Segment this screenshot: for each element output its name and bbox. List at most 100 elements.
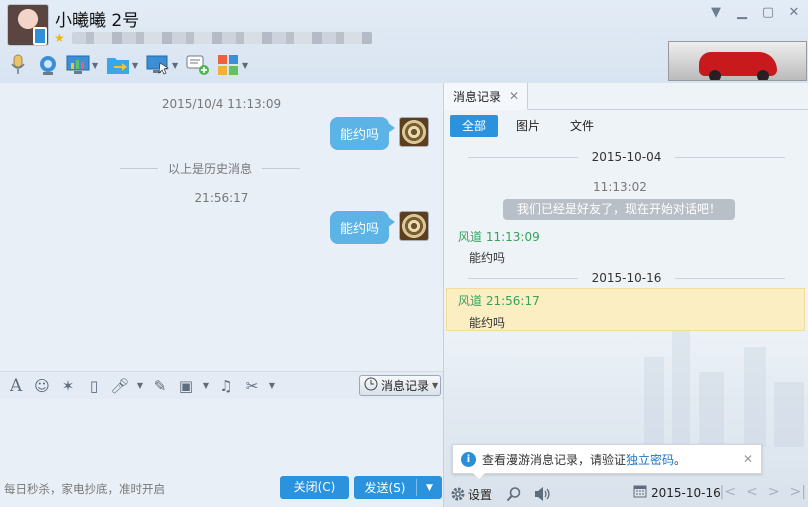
- message-row: 能约吗: [329, 211, 429, 244]
- folder-send-icon: [106, 54, 130, 76]
- chevron-down-icon[interactable]: ▼: [132, 61, 140, 70]
- close-icon[interactable]: ✕: [509, 89, 519, 103]
- minimize-icon[interactable]: ▁: [734, 5, 750, 21]
- verify-password-link[interactable]: 独立密码: [626, 451, 674, 468]
- date-picker[interactable]: 2015-10-16: [633, 484, 721, 501]
- chevron-down-icon[interactable]: ▼: [242, 61, 250, 70]
- avatar[interactable]: [399, 117, 429, 147]
- message-history-label: 消息记录: [381, 379, 430, 393]
- current-date: 2015-10-16: [651, 485, 721, 500]
- send-file-button[interactable]: ▼: [106, 52, 140, 78]
- car-wheel: [757, 70, 769, 80]
- sender-line: 风道 21:56:17: [458, 294, 540, 308]
- microphone-icon: [6, 54, 30, 76]
- page-navigation: |< < > >|: [720, 484, 806, 500]
- create-discussion-button[interactable]: [186, 52, 210, 78]
- message-bubble[interactable]: 能约吗: [329, 211, 396, 244]
- apps-button[interactable]: ▼: [216, 52, 250, 78]
- notice-text: 查看漫游消息记录，请验证: [482, 452, 627, 467]
- chevron-down-icon[interactable]: ▼: [708, 5, 724, 21]
- message-timestamp: 2015/10/4 11:13:09: [161, 97, 282, 111]
- avatar[interactable]: [399, 211, 429, 241]
- history-footer: 设置 2015-10-16 |< < > >|: [444, 481, 808, 507]
- system-message: 我们已经是好友了，现在开始对话吧！: [503, 199, 735, 220]
- monitor-chart-icon: [66, 54, 90, 76]
- font-icon[interactable]: A: [6, 376, 26, 396]
- window-controls: ▼ ▁ ▢ ✕: [708, 5, 802, 21]
- advertisement-banner[interactable]: [668, 41, 807, 81]
- gear-icon[interactable]: [448, 484, 468, 504]
- message-input[interactable]: 每日秒杀，家电抄底，准时开启 关闭(C) 发送(S) ▼: [0, 399, 443, 507]
- microphone-icon[interactable]: 🎤︎: [110, 376, 130, 396]
- magic-wand-icon[interactable]: ✶: [58, 376, 78, 396]
- background-skyline: [444, 317, 808, 447]
- close-button[interactable]: 关闭(C): [280, 476, 349, 499]
- chevron-down-icon[interactable]: ▼: [202, 376, 210, 396]
- clock-icon: [364, 377, 378, 394]
- chat-add-icon: [186, 54, 210, 76]
- emoji-icon[interactable]: ☺: [32, 376, 52, 396]
- message-row: 能约吗: [329, 117, 429, 150]
- search-icon[interactable]: [504, 484, 524, 504]
- info-icon: i: [461, 451, 476, 467]
- close-icon[interactable]: ✕: [786, 5, 802, 21]
- camera-icon: [36, 54, 60, 76]
- system-timestamp: 11:13:02: [593, 180, 647, 194]
- prev-page-icon[interactable]: <: [746, 484, 758, 500]
- shake-window-icon[interactable]: ▯: [84, 376, 104, 396]
- calendar-icon: [633, 484, 647, 501]
- send-button[interactable]: 发送(S) ▼: [354, 476, 442, 499]
- history-message[interactable]: 能约吗: [469, 249, 505, 266]
- chat-header: 小曦曦 2号 ★ ▼ ▁ ▢ ✕ ▼ ▼ ▼ ▼: [0, 0, 808, 83]
- send-options-chevron-icon[interactable]: ▼: [417, 483, 442, 493]
- scissors-icon[interactable]: ✂: [242, 376, 262, 396]
- settings-label[interactable]: 设置: [468, 486, 492, 503]
- contact-avatar[interactable]: [7, 4, 49, 46]
- history-message[interactable]: 能约吗: [469, 314, 505, 331]
- history-divider: 以上是历史消息: [110, 160, 310, 177]
- maximize-icon[interactable]: ▢: [760, 5, 776, 21]
- contact-signature: [72, 32, 372, 44]
- date-separator: 2015-10-04: [454, 150, 799, 164]
- tab-message-history[interactable]: 消息记录 ✕: [444, 83, 528, 110]
- close-icon[interactable]: ✕: [743, 452, 753, 466]
- video-call-button[interactable]: [36, 52, 60, 78]
- edit-note-icon[interactable]: ✎: [150, 376, 170, 396]
- next-page-icon[interactable]: >: [768, 484, 780, 500]
- message-area[interactable]: 2015/10/4 11:13:09 能约吗 以上是历史消息 21:56:17 …: [0, 83, 443, 371]
- chat-toolbar: ▼ ▼ ▼ ▼: [6, 52, 250, 78]
- chevron-down-icon[interactable]: ▼: [172, 61, 180, 70]
- filter-all[interactable]: 全部: [450, 115, 499, 137]
- contact-name[interactable]: 小曦曦 2号: [55, 6, 139, 31]
- screen-share-button[interactable]: ▼: [66, 52, 100, 78]
- sender-line: 风道 11:13:09: [458, 230, 540, 244]
- chevron-down-icon[interactable]: ▼: [268, 376, 276, 396]
- history-divider-label: 以上是历史消息: [168, 162, 253, 176]
- remote-assist-button[interactable]: ▼: [146, 52, 180, 78]
- promo-text[interactable]: 每日秒杀，家电抄底，准时开启: [4, 481, 165, 497]
- image-icon[interactable]: ▣: [176, 376, 196, 396]
- notice-end: 。: [674, 452, 687, 467]
- date-label: 2015-10-16: [591, 271, 662, 285]
- date-label: 2015-10-04: [591, 150, 662, 164]
- message-history-button[interactable]: 消息记录 ▼: [359, 375, 441, 396]
- chevron-down-icon[interactable]: ▼: [136, 376, 144, 396]
- message-timestamp: 21:56:17: [194, 191, 249, 205]
- input-toolbar: A ☺ ✶ ▯ 🎤︎ ▼ ✎ ▣ ▼ ♫ ✂ ▼ 消息记录 ▼: [0, 371, 443, 399]
- send-button-label: 发送(S): [364, 481, 406, 495]
- message-bubble[interactable]: 能约吗: [329, 117, 396, 150]
- last-page-icon[interactable]: >|: [790, 484, 806, 500]
- speaker-icon[interactable]: [532, 484, 552, 504]
- roaming-notice: i 查看漫游消息记录，请验证 独立密码。 ✕: [452, 444, 762, 479]
- first-page-icon[interactable]: |<: [720, 484, 736, 500]
- date-separator: 2015-10-16: [454, 271, 799, 285]
- filter-files[interactable]: 文件: [558, 115, 606, 137]
- remote-desktop-icon: [146, 54, 170, 76]
- voice-call-button[interactable]: [6, 52, 30, 78]
- history-filter-tabs: 全部 图片 文件: [450, 115, 606, 137]
- filter-images[interactable]: 图片: [504, 115, 552, 137]
- tab-label: 消息记录: [453, 89, 502, 104]
- music-icon[interactable]: ♫: [216, 376, 236, 396]
- history-panel: 消息记录 ✕ 全部 图片 文件 2015-10-04 11:13:02 我们已经…: [444, 83, 808, 507]
- chevron-down-icon[interactable]: ▼: [92, 61, 100, 70]
